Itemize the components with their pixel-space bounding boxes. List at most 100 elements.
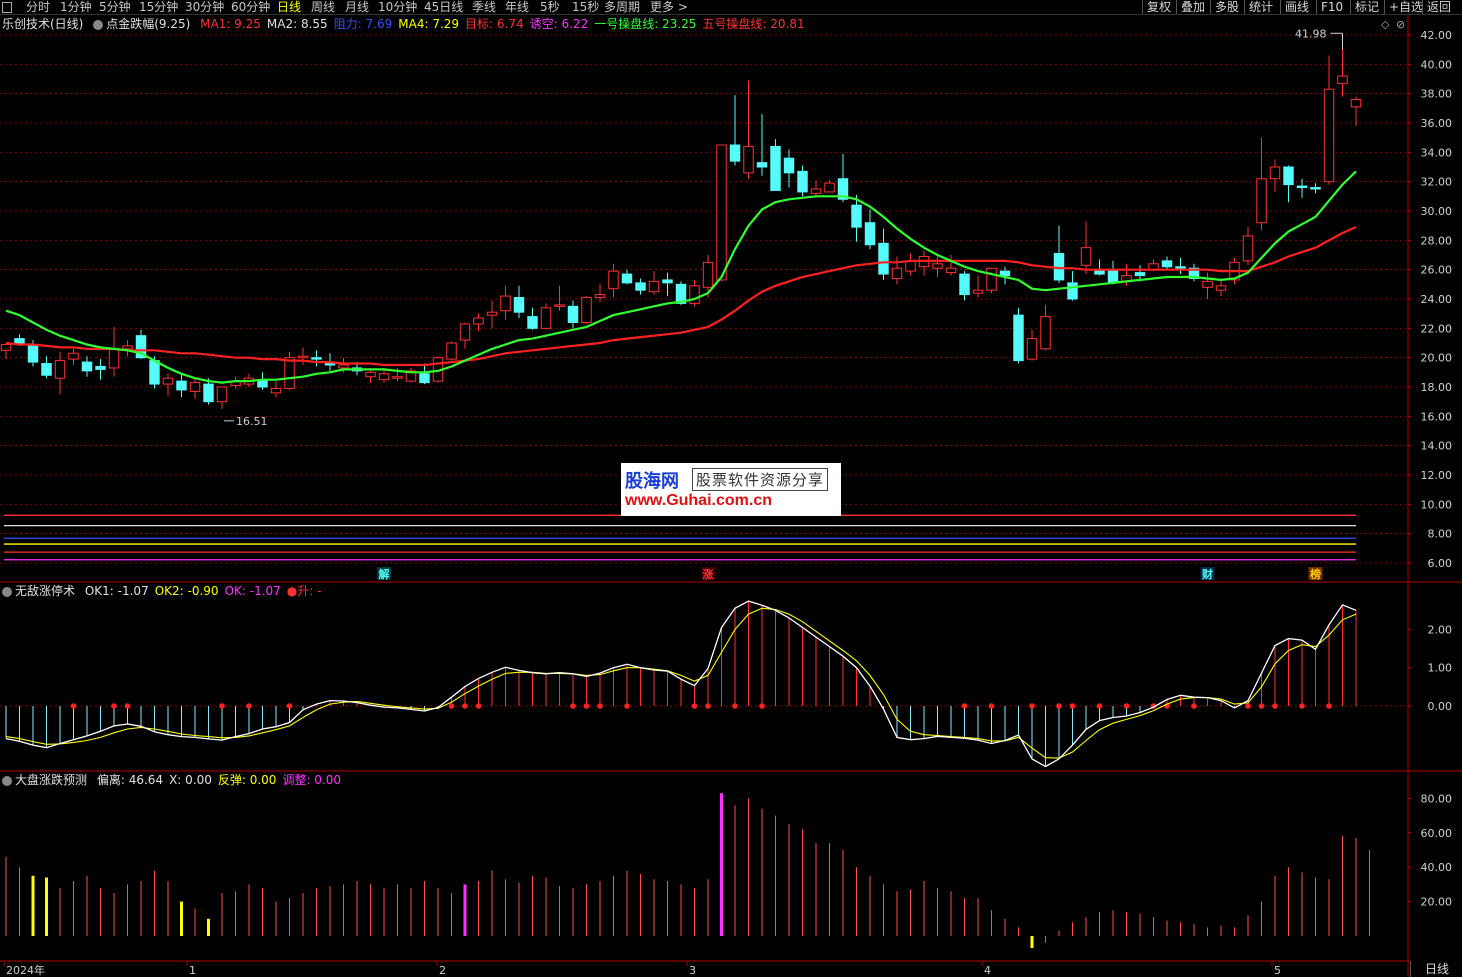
period-button[interactable]: 日线 [1410,961,1462,977]
signal-dot [70,703,77,709]
y-tick-label: 32.00 [1421,176,1453,189]
indicator3-name[interactable]: 大盘涨跌预测 [15,773,87,787]
candle-body [540,307,552,329]
candle-body [729,144,741,162]
candle-body [1323,88,1335,183]
candle-body [945,267,957,274]
y-tick-label: 30.00 [1421,205,1453,218]
y-tick-label: 28.00 [1421,234,1453,247]
signal-dot [759,703,765,709]
x-tick-label: 5 [1274,964,1281,977]
y-tick-label: 24.00 [1421,293,1453,306]
y-tick-label: 40.00 [1421,861,1453,874]
candle-body [1080,247,1092,266]
y-tick-label: 26.00 [1421,264,1453,277]
candle-body [1040,316,1051,350]
diamond-icon: ◇ [1381,18,1390,31]
signal-dot [1056,703,1062,709]
formula-icon[interactable] [2,775,12,786]
candle-body [1269,166,1281,180]
marker-label: 涨 [703,567,714,581]
close-icon: ⊘ [1396,18,1405,31]
candle-body [716,144,727,281]
watermark-logo: 股海网 股票软件资源分享 www.Guhai.com.cn [621,463,841,516]
candle-body [14,338,25,344]
candle-body [365,371,376,378]
candle-body [1175,266,1186,269]
signal-dot [1258,703,1265,709]
formula-icon[interactable] [93,19,104,30]
signal-dot [1096,703,1103,709]
indicator-value: 偏离: 46.64 [96,773,164,787]
formula-name[interactable]: 点金跌幅(9.25) [106,17,190,31]
y-tick-label: 0.00 [1428,700,1453,713]
high-label: 41.98 [1295,27,1327,40]
x-tick-label: 2 [439,964,446,977]
candle-body [1067,282,1078,300]
ma-line-green [5,170,1357,384]
signal-dot [1299,703,1305,709]
signal-dot [732,703,738,709]
y-tick-label: 60.00 [1421,827,1453,840]
candle-body [1215,285,1227,291]
signal-dot [961,703,968,709]
indicator-value: MA4: 7.29 [398,17,460,31]
candle-body [810,188,822,194]
indicator-value: 反弹: 0.00 [217,773,277,787]
candle-body [176,380,187,391]
candle-body [297,355,309,359]
y-tick-label: 8.00 [1428,528,1453,541]
candle-body [419,373,430,384]
candle-body [486,311,498,316]
candle-body [567,305,579,323]
formula-icon[interactable] [2,586,12,597]
candle-body [122,345,133,350]
y-tick-label: 16.00 [1421,410,1453,423]
candle-body [270,387,282,394]
candle-body [797,170,808,193]
candle-body [1310,187,1321,190]
y-tick-label: 80.00 [1421,792,1453,805]
candle-body [986,267,997,291]
watermark-brand: 股海网 [625,471,679,492]
indicator-value: MA2: 8.55 [266,17,328,31]
candle-body [1296,185,1308,189]
candle-body [500,295,511,312]
candle-body [203,383,214,403]
signal-dot [475,703,482,709]
y-tick-label: 22.00 [1421,322,1453,335]
y-tick-label: 20.00 [1421,896,1453,909]
candle-body [851,204,862,228]
x-tick-label: 4 [984,964,991,977]
indicator2-status: 无敌涨停术 OK1: -1.07 OK2: -0.90 OK: -1.07 ●升: - [2,583,321,599]
indicator2-name[interactable]: 无敌涨停术 [15,584,75,598]
candle-body [216,386,228,403]
candle-body [41,363,52,376]
candle-body [1350,99,1362,108]
x-tick-label: 2024年 [6,963,45,977]
signal-dot [988,703,995,709]
indicator-value: OK1: -1.07 [84,584,149,598]
indicator-value: OK2: -0.90 [154,584,219,598]
candle-body [162,377,174,385]
candle-body [743,145,754,174]
candle-body [824,182,835,193]
candle-body [392,376,403,379]
candle-body [770,145,781,191]
y-tick-label: 12.00 [1421,469,1453,482]
signal-dot [1272,703,1278,709]
y-tick-label: 20.00 [1421,352,1453,365]
signal-dot [1326,703,1332,709]
signal-dot [1191,703,1197,709]
stock-name: 乐创技术(日线) [2,17,84,31]
y-tick-label: 1.00 [1428,662,1453,675]
indicator-value: ●升: - [286,584,322,598]
candle-body [1013,314,1024,362]
candle-body [311,357,322,360]
candle-body [554,304,565,307]
candle-body [594,294,606,299]
candle-body [1134,272,1146,277]
candle-body [54,360,66,379]
candle-body [1242,235,1254,262]
candle-body [108,348,120,369]
